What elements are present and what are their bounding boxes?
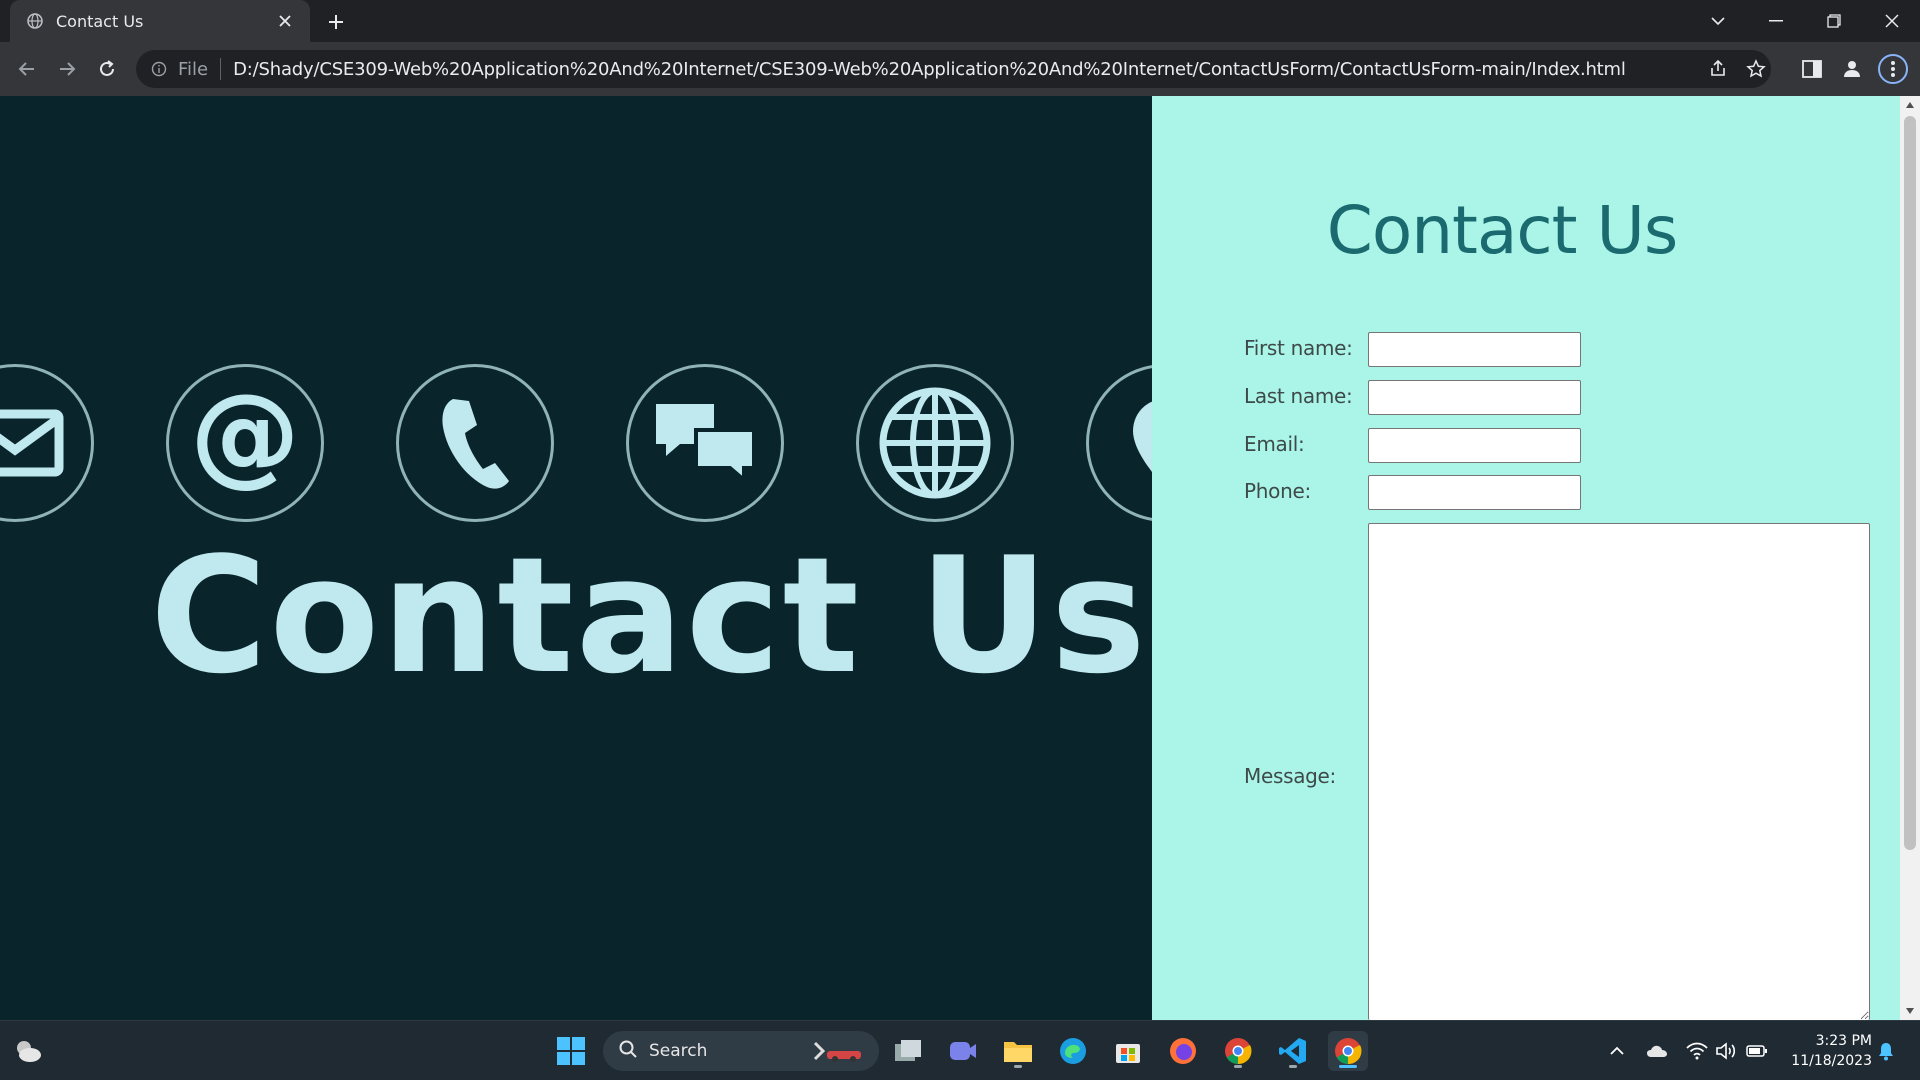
web-page: @ Contact Us Contact Us First name: Last… — [0, 96, 1920, 1020]
taskbar-search[interactable]: Search — [603, 1031, 879, 1071]
hero-title: Contact Us — [150, 522, 1148, 709]
tab-search-icon[interactable] — [1690, 0, 1746, 42]
hero-image: @ Contact Us — [0, 96, 1152, 1020]
reload-icon[interactable] — [92, 54, 122, 84]
forward-arrow-icon[interactable] — [52, 54, 82, 84]
teams-chat-icon[interactable] — [943, 1031, 983, 1071]
weather-icon[interactable] — [8, 1031, 48, 1071]
file-explorer-icon[interactable] — [998, 1031, 1038, 1071]
url-scheme: File — [178, 58, 209, 80]
search-label: Search — [649, 1041, 708, 1061]
profile-icon[interactable] — [1837, 54, 1867, 84]
scrollbar-thumb[interactable] — [1904, 116, 1916, 850]
firefox-icon[interactable] — [1163, 1031, 1203, 1071]
system-clock[interactable]: 3:23 PM 11/18/2023 — [1782, 1031, 1872, 1071]
email-input[interactable] — [1368, 428, 1581, 463]
new-tab-button[interactable] — [322, 8, 350, 36]
message-label: Message: — [1244, 764, 1336, 788]
share-icon[interactable] — [1706, 57, 1730, 81]
browser-tab[interactable]: Contact Us — [10, 0, 310, 42]
clock-time: 3:23 PM — [1815, 1033, 1872, 1049]
vscode-icon[interactable] — [1273, 1031, 1313, 1071]
clock-date: 11/18/2023 — [1791, 1053, 1872, 1069]
windows-start-icon[interactable] — [551, 1031, 591, 1071]
edge-icon[interactable] — [1053, 1031, 1093, 1071]
side-panel-icon[interactable] — [1797, 54, 1827, 84]
minimize-icon[interactable] — [1748, 0, 1804, 42]
address-bar[interactable]: File D:/Shady/CSE309-Web%20Application%2… — [136, 50, 1771, 88]
tab-strip: Contact Us — [0, 0, 1920, 42]
volume-icon[interactable] — [1714, 1039, 1740, 1063]
wifi-icon[interactable] — [1684, 1039, 1710, 1063]
running-indicator — [1289, 1065, 1297, 1068]
address-separator — [220, 58, 222, 80]
globe-icon — [26, 12, 44, 30]
microsoft-store-icon[interactable] — [1108, 1031, 1148, 1071]
onedrive-cloud-icon[interactable] — [1644, 1039, 1670, 1063]
restore-icon[interactable] — [1806, 0, 1862, 42]
search-icon — [619, 1040, 637, 1062]
chrome-dev-icon[interactable] — [1218, 1031, 1258, 1071]
form-title: Contact Us — [1326, 192, 1678, 269]
page-scrollbar[interactable] — [1900, 96, 1920, 1020]
envelope-icon — [0, 364, 94, 522]
last-name-input[interactable] — [1368, 380, 1581, 415]
windows-taskbar: Search 3:23 PM 11/18/2023 — [0, 1020, 1920, 1080]
search-highlight-icon — [809, 1039, 867, 1067]
first-name-label: First name: — [1244, 336, 1353, 360]
phone-icon — [396, 364, 554, 522]
svg-text:@: @ — [190, 388, 300, 498]
task-view-icon[interactable] — [888, 1031, 928, 1071]
back-arrow-icon[interactable] — [12, 54, 42, 84]
url-text[interactable]: D:/Shady/CSE309-Web%20Application%20And%… — [233, 59, 1771, 80]
notification-bell-icon[interactable] — [1873, 1039, 1899, 1063]
phone-label: Phone: — [1244, 479, 1311, 503]
email-label: Email: — [1244, 432, 1305, 456]
menu-kebab-icon[interactable] — [1878, 54, 1908, 84]
bookmark-star-icon[interactable] — [1744, 57, 1768, 81]
site-info-icon[interactable] — [150, 60, 168, 78]
at-sign-icon: @ — [166, 364, 324, 522]
chevron-up-icon[interactable] — [1604, 1039, 1630, 1063]
close-window-icon[interactable] — [1864, 0, 1920, 42]
chat-bubbles-icon — [626, 364, 784, 522]
last-name-label: Last name: — [1244, 384, 1353, 408]
location-pin-icon — [1086, 364, 1152, 522]
phone-input[interactable] — [1368, 475, 1581, 510]
tab-title: Contact Us — [56, 11, 144, 31]
message-textarea[interactable] — [1368, 523, 1870, 1020]
close-tab-icon[interactable] — [274, 10, 296, 32]
running-indicator — [1339, 1065, 1357, 1068]
scroll-up-arrow-icon[interactable] — [1900, 96, 1920, 114]
chrome-icon[interactable] — [1328, 1031, 1368, 1071]
running-indicator — [1234, 1065, 1242, 1068]
globe-icon — [856, 364, 1014, 522]
scroll-down-arrow-icon[interactable] — [1900, 1002, 1920, 1020]
running-indicator — [1014, 1065, 1022, 1068]
contact-form: Contact Us First name: Last name: Email:… — [1152, 96, 1900, 1020]
battery-icon[interactable] — [1744, 1039, 1770, 1063]
browser-toolbar: File D:/Shady/CSE309-Web%20Application%2… — [0, 42, 1920, 96]
first-name-input[interactable] — [1368, 332, 1581, 367]
